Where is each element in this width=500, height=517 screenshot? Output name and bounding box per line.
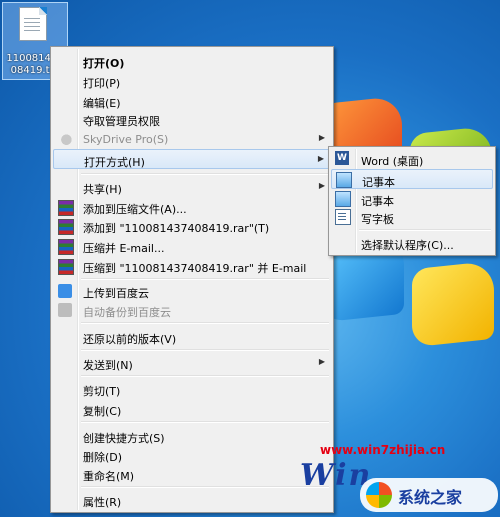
menu-item-skydrive-pro[interactable]: SkyDrive Pro(S) ▶ [53,129,331,149]
menu-item-delete[interactable]: 删除(D) [53,445,331,465]
menu-separator [81,322,329,324]
menu-item-label: 添加到压缩文件(A)... [83,203,187,216]
menu-item-upload-baidu[interactable]: 上传到百度云 [53,281,331,301]
text-file-icon [19,7,47,41]
menu-item-print[interactable]: 打印(P) [53,71,331,91]
menu-item-label: SkyDrive Pro(S) [83,133,169,146]
word-icon: W [335,151,349,165]
menu-item-label: 发送到(N) [83,359,133,372]
menu-separator [81,486,329,488]
menu-item-label: 剪切(T) [83,385,121,398]
menu-item-copy[interactable]: 复制(C) [53,399,331,419]
menu-item-send-to[interactable]: 发送到(N) ▶ [53,353,331,373]
submenu-item-label: 写字板 [361,213,394,226]
menu-item-label: 上传到百度云 [83,287,149,300]
menu-item-label: 压缩到 "110081437408419.rar" 并 E-mail [83,262,307,275]
baidu-cloud-icon [58,284,72,298]
context-menu: 打开(O) 打印(P) 编辑(E) 夺取管理员权限 SkyDrive Pro(S… [50,46,334,513]
menu-item-auto-backup-baidu[interactable]: 自动备份到百度云 [53,300,331,320]
winrar-icon [58,219,74,235]
submenu-item-word[interactable]: W Word (桌面) [331,149,493,169]
submenu-arrow-icon: ▶ [318,181,325,190]
menu-item-label: 删除(D) [83,451,123,464]
menu-item-label: 打开(O) [83,57,125,70]
winrar-icon [58,259,74,275]
notepad-icon [336,172,352,188]
menu-item-label: 夺取管理员权限 [83,115,160,128]
menu-separator [81,173,329,175]
menu-item-label: 创建快捷方式(S) [83,432,165,445]
menu-item-edit[interactable]: 编辑(E) [53,91,331,111]
menu-item-share[interactable]: 共享(H) ▶ [53,177,331,197]
menu-item-compress-email[interactable]: 压缩并 E-mail... [53,236,331,256]
menu-item-restore-previous[interactable]: 还原以前的版本(V) [53,327,331,347]
submenu-item-label: 记事本 [362,176,395,189]
menu-item-take-ownership[interactable]: 夺取管理员权限 [53,109,331,129]
menu-item-label: 复制(C) [83,405,122,418]
submenu-item-notepad[interactable]: 记事本 [331,169,493,189]
menu-item-compress-to-rar-email[interactable]: 压缩到 "110081437408419.rar" 并 E-mail [53,256,331,276]
menu-item-label: 打开方式(H) [84,156,145,169]
menu-item-properties[interactable]: 属性(R) [53,490,331,510]
winrar-icon [58,239,74,255]
watermark-site-badge: 系统之家 [360,478,498,512]
watermark-site-name: 系统之家 [398,488,463,507]
menu-item-label: 自动备份到百度云 [83,306,171,319]
open-with-submenu: W Word (桌面) 记事本 记事本 写字板 选择默认程序(C)... [328,146,496,256]
submenu-item-label: Word (桌面) [361,155,424,168]
submenu-item-choose-default[interactable]: 选择默认程序(C)... [331,233,493,253]
menu-item-label: 重命名(M) [83,470,135,483]
menu-item-create-shortcut[interactable]: 创建快捷方式(S) [53,426,331,446]
menu-item-label: 共享(H) [83,183,122,196]
menu-item-add-to-archive[interactable]: 添加到压缩文件(A)... [53,197,331,217]
menu-separator [359,229,491,231]
logo-pane-yellow [412,260,494,348]
submenu-item-notepad-2[interactable]: 记事本 [331,189,493,209]
notepad-icon [335,191,351,207]
menu-separator [81,375,329,377]
submenu-item-wordpad[interactable]: 写字板 [331,207,493,227]
menu-separator [81,421,329,423]
menu-separator [81,349,329,351]
submenu-arrow-icon: ▶ [318,357,325,366]
menu-separator [81,278,329,280]
baidu-backup-icon [58,303,72,317]
submenu-arrow-icon: ▶ [318,133,325,142]
menu-item-open[interactable]: 打开(O) [53,51,331,71]
menu-item-label: 属性(R) [83,496,122,509]
menu-item-label: 压缩并 E-mail... [83,242,165,255]
watermark-url: www.win7zhijia.cn [320,443,446,457]
menu-item-label: 还原以前的版本(V) [83,333,177,346]
menu-item-open-with[interactable]: 打开方式(H) ▶ [53,149,331,169]
menu-item-add-to-rar[interactable]: 添加到 "110081437408419.rar"(T) [53,216,331,236]
submenu-arrow-icon: ▶ [317,154,324,163]
menu-item-rename[interactable]: 重命名(M) [53,464,331,484]
menu-item-label: 添加到 "110081437408419.rar"(T) [83,222,270,235]
site-logo-icon [366,482,392,508]
menu-item-cut[interactable]: 剪切(T) [53,379,331,399]
winrar-icon [58,200,74,216]
cloud-icon [58,132,72,146]
menu-item-label: 打印(P) [83,77,121,90]
submenu-item-label: 选择默认程序(C)... [361,239,454,252]
wordpad-icon [335,209,351,225]
